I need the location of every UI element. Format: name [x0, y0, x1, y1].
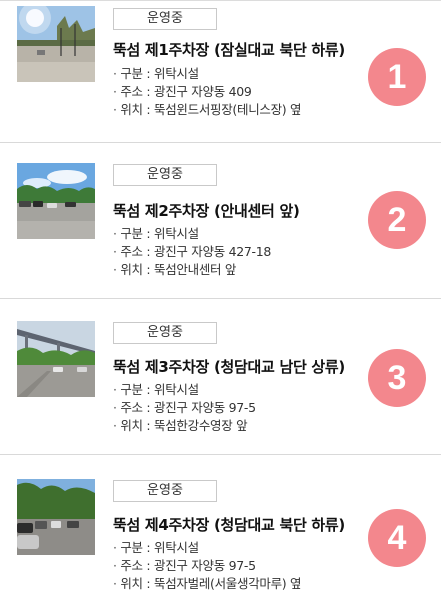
parking-lot-card-4[interactable]: 운영중 뚝섬 제4주차장 (청담대교 북단 하류) 구분 : 위탁시설 주소 :…	[0, 455, 441, 591]
parking-lot-photo-image	[17, 321, 95, 397]
facility-type: 구분 : 위탁시설	[113, 381, 256, 399]
parking-lot-list: 운영중 뚝섬 제1주차장 (잠실대교 북단 하류) 구분 : 위탁시설 주소 :…	[0, 0, 441, 591]
parking-lot-title[interactable]: 뚝섬 제4주차장 (청담대교 북단 하류)	[113, 514, 345, 535]
facility-type: 구분 : 위탁시설	[113, 225, 271, 243]
parking-lot-card-2[interactable]: 운영중 뚝섬 제2주차장 (안내센터 앞) 구분 : 위탁시설 주소 : 광진구…	[0, 143, 441, 299]
facility-location: 위치 : 뚝섬안내센터 앞	[113, 261, 271, 279]
parking-lot-number-badge: 1	[368, 48, 426, 106]
parking-lot-info: 구분 : 위탁시설 주소 : 광진구 자양동 409 위치 : 뚝섬윈드서핑장(…	[113, 65, 301, 119]
parking-lot-photo[interactable]	[17, 6, 95, 82]
status-badge: 운영중	[113, 164, 217, 186]
parking-lot-photo-image	[17, 479, 95, 555]
parking-lot-title[interactable]: 뚝섬 제2주차장 (안내센터 앞)	[113, 200, 300, 221]
facility-location: 위치 : 뚝섬윈드서핑장(테니스장) 옆	[113, 101, 301, 119]
status-badge: 운영중	[113, 480, 217, 502]
parking-lot-info: 구분 : 위탁시설 주소 : 광진구 자양동 97-5 위치 : 뚝섬자벌레(서…	[113, 539, 301, 591]
parking-lot-card-3[interactable]: 운영중 뚝섬 제3주차장 (청담대교 남단 상류) 구분 : 위탁시설 주소 :…	[0, 299, 441, 455]
facility-address: 주소 : 광진구 자양동 409	[113, 83, 301, 101]
parking-lot-info: 구분 : 위탁시설 주소 : 광진구 자양동 97-5 위치 : 뚝섬한강수영장…	[113, 381, 256, 435]
status-badge: 운영중	[113, 322, 217, 344]
parking-lot-card-1[interactable]: 운영중 뚝섬 제1주차장 (잠실대교 북단 하류) 구분 : 위탁시설 주소 :…	[0, 1, 441, 143]
parking-lot-number-badge: 4	[368, 509, 426, 567]
parking-lot-number-badge: 2	[368, 191, 426, 249]
parking-lot-photo[interactable]	[17, 321, 95, 397]
facility-location: 위치 : 뚝섬자벌레(서울생각마루) 옆	[113, 575, 301, 591]
parking-lot-photo[interactable]	[17, 163, 95, 239]
facility-type: 구분 : 위탁시설	[113, 65, 301, 83]
facility-location: 위치 : 뚝섬한강수영장 앞	[113, 417, 256, 435]
facility-address: 주소 : 광진구 자양동 427-18	[113, 243, 271, 261]
parking-lot-title[interactable]: 뚝섬 제3주차장 (청담대교 남단 상류)	[113, 356, 345, 377]
parking-lot-number-badge: 3	[368, 349, 426, 407]
parking-lot-photo-image	[17, 6, 95, 82]
facility-address: 주소 : 광진구 자양동 97-5	[113, 399, 256, 417]
parking-lot-title[interactable]: 뚝섬 제1주차장 (잠실대교 북단 하류)	[113, 39, 345, 60]
status-badge: 운영중	[113, 8, 217, 30]
parking-lot-info: 구분 : 위탁시설 주소 : 광진구 자양동 427-18 위치 : 뚝섬안내센…	[113, 225, 271, 279]
facility-type: 구분 : 위탁시설	[113, 539, 301, 557]
parking-lot-photo-image	[17, 163, 95, 239]
facility-address: 주소 : 광진구 자양동 97-5	[113, 557, 301, 575]
parking-lot-photo[interactable]	[17, 479, 95, 555]
